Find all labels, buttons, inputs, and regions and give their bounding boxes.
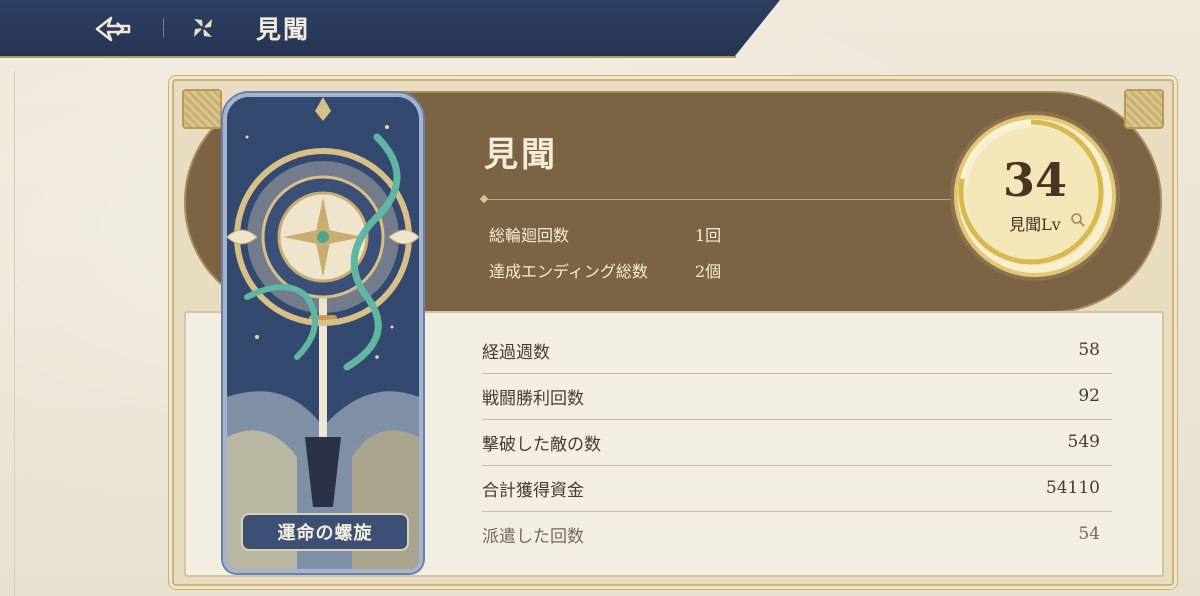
stat-label: 撃破した敵の数	[482, 434, 601, 455]
header-divider	[163, 18, 164, 38]
level-value: 34	[1002, 153, 1067, 207]
stat-row: 撃破した敵の数 549	[482, 419, 1112, 466]
stat-label: 経過週数	[482, 342, 550, 363]
card-illustration	[227, 97, 419, 569]
fate-card: 運命の螺旋	[223, 93, 423, 573]
stat-label: 合計獲得資金	[482, 480, 584, 501]
back-arrow-icon	[95, 16, 131, 42]
four-petal-icon	[194, 19, 212, 37]
card-name: 運命の螺旋	[241, 513, 409, 551]
stat-label: 派遣した回数	[482, 526, 584, 547]
stat-row: 派遣した回数 54	[482, 511, 1112, 557]
summary-stat-label: 総輪廻回数	[489, 226, 570, 245]
stat-value: 549	[1067, 432, 1100, 452]
level-badge: 34 見聞Lv	[954, 115, 1116, 277]
summary-stat-value: 1回	[695, 226, 722, 245]
stat-row: 合計獲得資金 54110	[482, 465, 1112, 512]
summary-stat-label: 達成エンディング総数	[489, 262, 648, 281]
summary-stat-value: 2個	[695, 262, 722, 281]
stat-value: 92	[1078, 386, 1100, 406]
stat-value: 54	[1078, 524, 1100, 544]
stat-row: 経過週数 58	[482, 327, 1112, 374]
page-title: 見聞	[256, 15, 311, 44]
stat-value: 58	[1078, 340, 1100, 360]
magnifier-icon[interactable]	[1070, 212, 1086, 228]
stat-row: 戦闘勝利回数 92	[482, 373, 1112, 420]
kenbun-panel: 見聞 総輪廻回数 1回 達成エンディング総数 2個 34 見聞Lv 経過週数 58 …	[172, 79, 1174, 586]
ornament-corner	[182, 89, 222, 129]
back-button[interactable]	[92, 13, 134, 45]
stat-value: 54110	[1045, 478, 1100, 498]
summary-title: 見聞	[484, 135, 558, 175]
summary-stat-row: 達成エンディング総数 2個	[489, 258, 721, 282]
top-bar-gold-line	[0, 56, 736, 58]
summary-stat-row: 総輪廻回数 1回	[489, 222, 721, 246]
stat-label: 戦闘勝利回数	[482, 388, 584, 409]
level-label: 見聞Lv	[1009, 215, 1061, 234]
page-left-border	[14, 70, 15, 596]
ornament-corner	[1124, 89, 1164, 129]
